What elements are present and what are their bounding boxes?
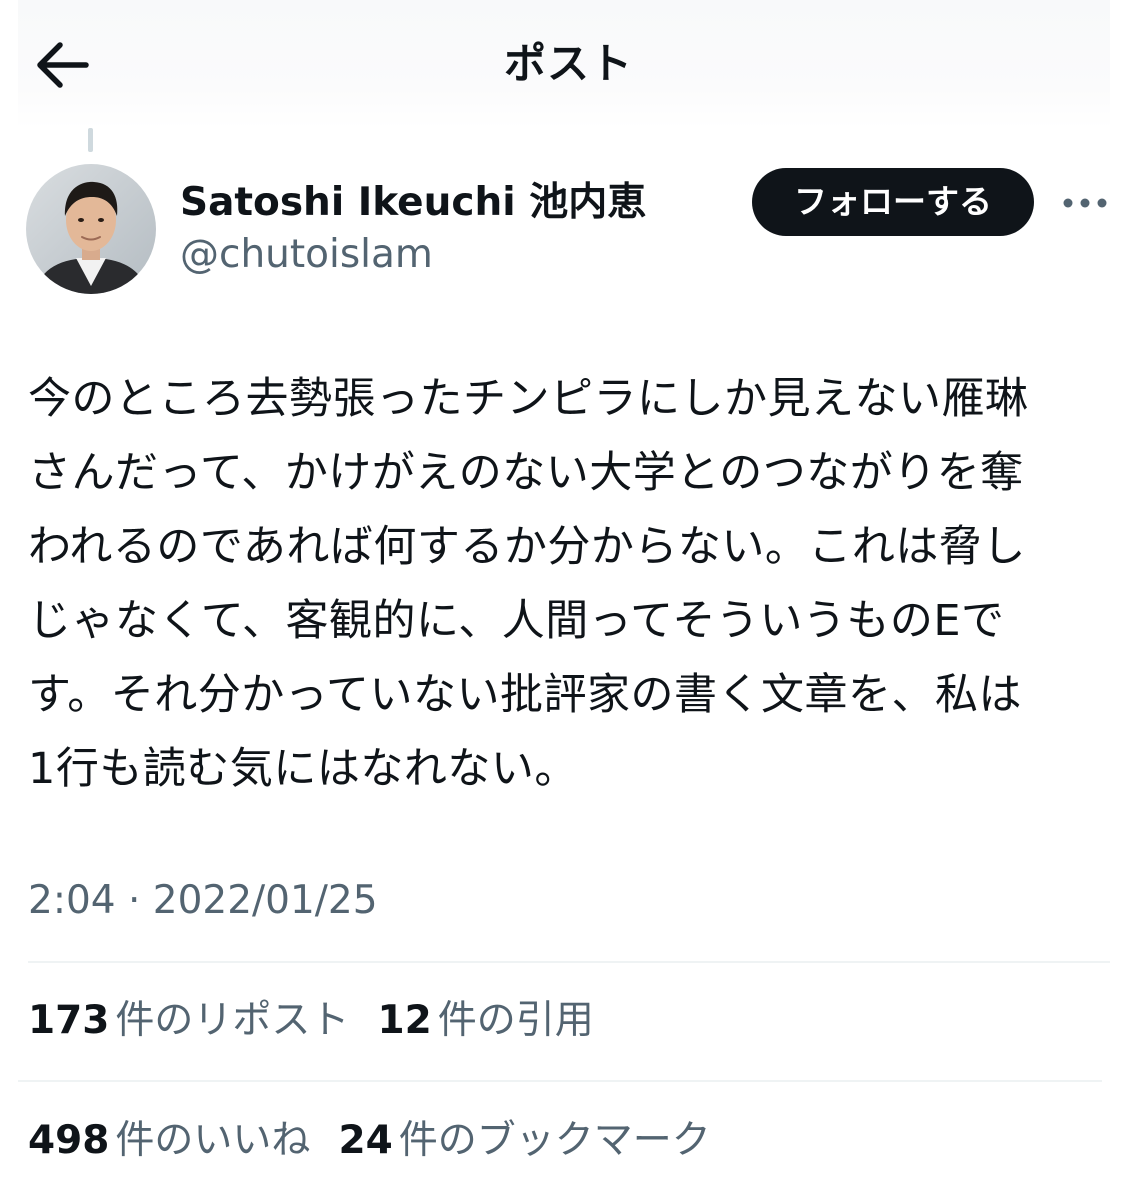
likes-label: 件のいいね xyxy=(115,1118,311,1163)
page-title: ポスト xyxy=(503,39,633,88)
bookmarks-stat[interactable]: 24 件のブックマーク xyxy=(338,1116,710,1166)
likes-stat[interactable]: 498 件のいいね xyxy=(28,1116,310,1166)
follow-button[interactable]: フォローする xyxy=(752,168,1034,236)
author-display-name[interactable]: Satoshi Ikeuchi 池内恵 xyxy=(180,178,646,228)
ellipsis-icon xyxy=(1063,198,1107,208)
quotes-count: 12 xyxy=(377,998,432,1043)
bookmarks-label: 件のブックマーク xyxy=(398,1118,711,1163)
reposts-count: 173 xyxy=(28,998,110,1043)
author-handle[interactable]: @chutoislam xyxy=(180,230,433,280)
reposts-stat[interactable]: 173 件のリポスト xyxy=(28,996,349,1046)
divider xyxy=(28,961,1110,963)
divider xyxy=(18,1080,1102,1082)
bookmarks-count: 24 xyxy=(338,1118,393,1163)
quotes-label: 件の引用 xyxy=(437,998,594,1043)
likes-count: 498 xyxy=(28,1118,110,1163)
post-timestamp[interactable]: 2:04 · 2022/01/25 xyxy=(28,876,378,926)
post-text: 今のところ去勢張ったチンピラにしか見えない雁琳 さんだって、かけがえのない大学と… xyxy=(28,374,1029,794)
like-stats-row: 498 件のいいね 24 件のブックマーク xyxy=(28,1116,739,1166)
reposts-label: 件のリポスト xyxy=(115,998,350,1043)
thread-connector-line xyxy=(88,128,93,152)
more-options-button[interactable] xyxy=(1062,188,1108,218)
repost-stats-row: 173 件のリポスト 12 件の引用 xyxy=(28,996,622,1046)
quotes-stat[interactable]: 12 件の引用 xyxy=(377,996,593,1046)
avatar[interactable] xyxy=(26,164,156,294)
